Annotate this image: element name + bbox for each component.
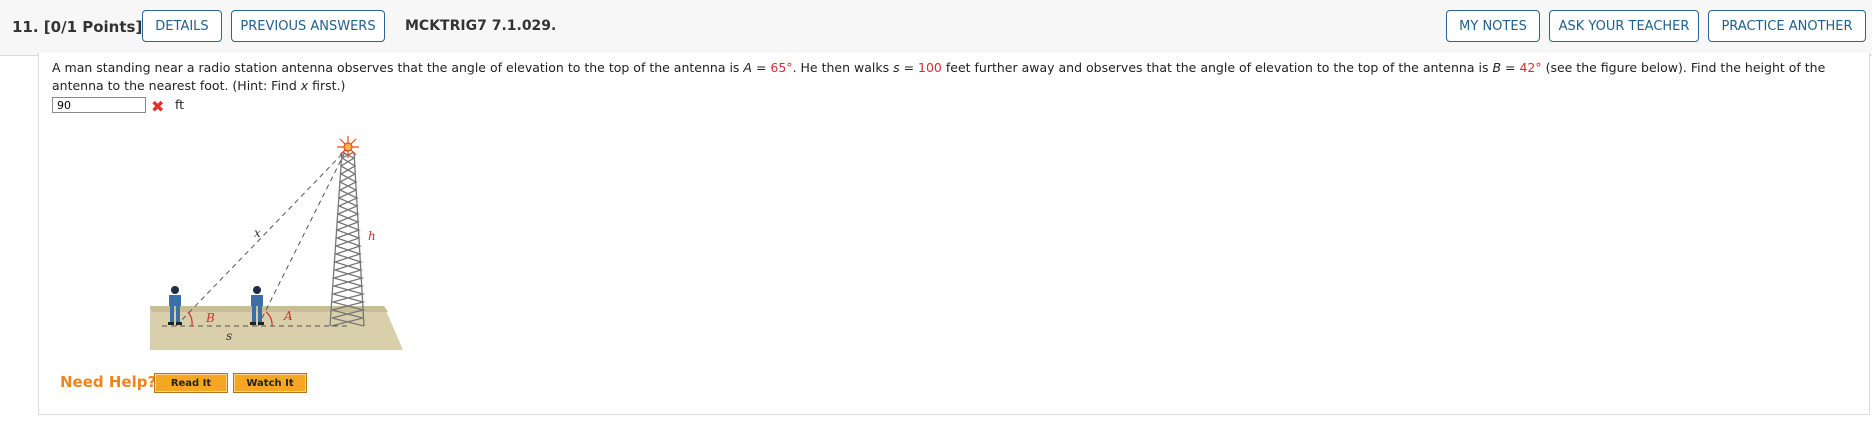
antenna-figure: x h B A s (150, 136, 403, 350)
watch-it-button[interactable]: Watch It (233, 373, 307, 393)
details-button[interactable]: DETAILS (142, 10, 222, 42)
answer-input[interactable] (52, 97, 146, 113)
label-A: A (283, 309, 293, 323)
antenna-tower-icon (329, 151, 366, 327)
question-header: 11. [0/1 Points] DETAILS PREVIOUS ANSWER… (0, 0, 1872, 56)
need-help-label: Need Help? (60, 373, 157, 391)
label-h: h (368, 229, 376, 243)
question-code: MCKTRIG7 7.1.029. (405, 18, 557, 34)
label-B: B (205, 311, 215, 325)
answer-unit: ft (175, 97, 185, 112)
question-points-label: 11. [0/1 Points] (12, 18, 143, 36)
signal-burst-icon (337, 136, 359, 158)
label-s: s (226, 329, 232, 343)
practice-another-button[interactable]: PRACTICE ANOTHER (1708, 10, 1866, 42)
problem-text: A man standing near a radio station ante… (52, 60, 1826, 93)
ask-your-teacher-button[interactable]: ASK YOUR TEACHER (1549, 10, 1699, 42)
my-notes-button[interactable]: MY NOTES (1446, 10, 1540, 42)
previous-answers-button[interactable]: PREVIOUS ANSWERS (231, 10, 385, 42)
incorrect-x-icon: ✖ (151, 97, 165, 116)
read-it-button[interactable]: Read It (154, 373, 228, 393)
label-x: x (254, 226, 261, 240)
